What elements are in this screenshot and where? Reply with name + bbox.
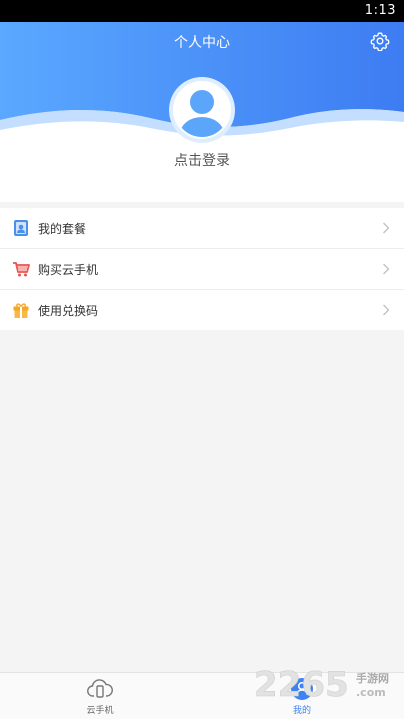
page-title: 个人中心: [174, 35, 230, 51]
svg-text:2265: 2265: [254, 665, 349, 705]
menu-list: 我的套餐 购买云手机 使用兑换码: [0, 208, 404, 330]
watermark-domain: .com: [356, 686, 386, 699]
chevron-right-icon: [383, 304, 390, 316]
chevron-right-icon: [383, 263, 390, 275]
tab-label: 云手机: [86, 706, 114, 716]
cloud-phone-icon: [87, 679, 113, 698]
avatar[interactable]: [168, 76, 236, 144]
login-link[interactable]: 点击登录: [0, 150, 404, 170]
gear-icon[interactable]: [370, 31, 390, 51]
menu-item-label: 购买云手机: [38, 263, 99, 277]
tab-cloud-phone[interactable]: 云手机: [40, 673, 160, 719]
status-time: 1:13: [364, 3, 396, 18]
menu-item-my-package[interactable]: 我的套餐: [0, 208, 404, 249]
status-bar: 1:13: [0, 0, 404, 22]
menu-item-redeem-code[interactable]: 使用兑换码: [0, 290, 404, 330]
gift-icon: [13, 303, 29, 318]
menu-item-label: 使用兑换码: [38, 304, 99, 318]
watermark-suffix: 手游网: [356, 672, 389, 685]
profile-header: 个人中心 点击登录: [0, 22, 404, 202]
chevron-right-icon: [383, 222, 390, 234]
menu-item-label: 我的套餐: [38, 222, 87, 236]
menu-item-buy-cloud-phone[interactable]: 购买云手机: [0, 249, 404, 290]
package-icon: [14, 220, 28, 236]
cart-icon: [13, 262, 30, 277]
